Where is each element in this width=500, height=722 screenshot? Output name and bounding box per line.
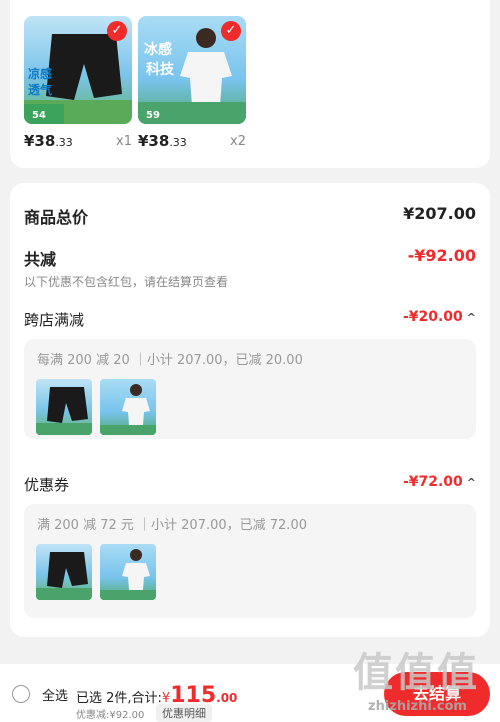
mini-product-image [100, 379, 156, 435]
mini-product-image [36, 544, 92, 600]
product-price: ¥38.33 [24, 132, 73, 150]
checkout-bar: 全选 已选 2件,合计:¥115.00 优惠减:¥92.00 优惠明细 去结算 [0, 664, 500, 722]
discount-value: -¥92.00 [407, 246, 476, 265]
coupon-detail: 满 200 减 72 元 ｜小计 207.00，已减 72.00 [37, 518, 307, 533]
discount-note: 以下优惠不包含红包，请在结算页查看 [24, 275, 229, 289]
goods-total-value: ¥207.00 [403, 204, 476, 223]
mini-product-image [36, 379, 92, 435]
checkout-button[interactable]: 去结算 [384, 672, 490, 716]
chevron-up-icon: ^ [466, 476, 476, 489]
selected-info-label: 已选 2件,合计: [76, 691, 162, 706]
cross-store-label: 跨店满减 [24, 311, 85, 329]
select-all-radio[interactable] [12, 685, 30, 703]
svg-text:凉感: 凉感 [28, 66, 52, 81]
goods-total-label: 商品总价 [24, 208, 89, 227]
selected-check-icon[interactable]: ✓ [107, 21, 127, 41]
discount-detail-button[interactable]: 优惠明细 [156, 704, 212, 722]
price-summary-card: 商品总价 ¥207.00 共减 -¥92.00 以下优惠不包含红包，请在结算页查… [10, 183, 490, 637]
coupon-toggle[interactable]: -¥72.00 ^ [403, 474, 476, 490]
chevron-up-icon: ^ [466, 311, 476, 324]
svg-text:59: 59 [146, 110, 160, 121]
product-item[interactable]: 冰感 科技 59 ✓ ¥38.33 x2 [138, 16, 246, 150]
product-image-shorts[interactable]: 凉感 透气 54 ✓ [24, 16, 132, 124]
cross-store-toggle[interactable]: -¥20.00 ^ [403, 309, 476, 325]
product-price: ¥38.33 [138, 132, 187, 150]
svg-text:透气: 透气 [28, 82, 52, 97]
cross-store-detail-box: 每满 200 减 20 ｜小计 207.00，已减 20.00 [24, 339, 476, 439]
product-quantity: x2 [230, 134, 246, 149]
svg-text:冰感: 冰感 [144, 41, 172, 58]
coupon-label: 优惠券 [24, 476, 70, 494]
mini-product-image [100, 544, 156, 600]
selected-check-icon[interactable]: ✓ [221, 21, 241, 41]
cross-store-detail: 每满 200 减 20 ｜小计 207.00，已减 20.00 [37, 353, 303, 368]
coupon-detail-box: 满 200 减 72 元 ｜小计 207.00，已减 72.00 [24, 504, 476, 618]
product-item[interactable]: 凉感 透气 54 ✓ ¥38.33 x1 [24, 16, 132, 150]
selected-products-card: 凉感 透气 54 ✓ ¥38.33 x1 冰感 科技 59 ✓ ¥38.33 x… [10, 0, 490, 168]
bottom-discount-note: 优惠减:¥92.00 [76, 710, 145, 721]
select-all-label[interactable]: 全选 [42, 685, 68, 704]
product-quantity: x1 [116, 134, 132, 149]
discount-label: 共减 [24, 250, 57, 269]
product-image-tshirt[interactable]: 冰感 科技 59 ✓ [138, 16, 246, 124]
svg-text:科技: 科技 [146, 61, 175, 78]
svg-text:54: 54 [32, 110, 46, 121]
total-decimal: .00 [216, 691, 238, 705]
cross-store-value: -¥20.00 [402, 309, 463, 325]
coupon-value: -¥72.00 [402, 474, 463, 490]
